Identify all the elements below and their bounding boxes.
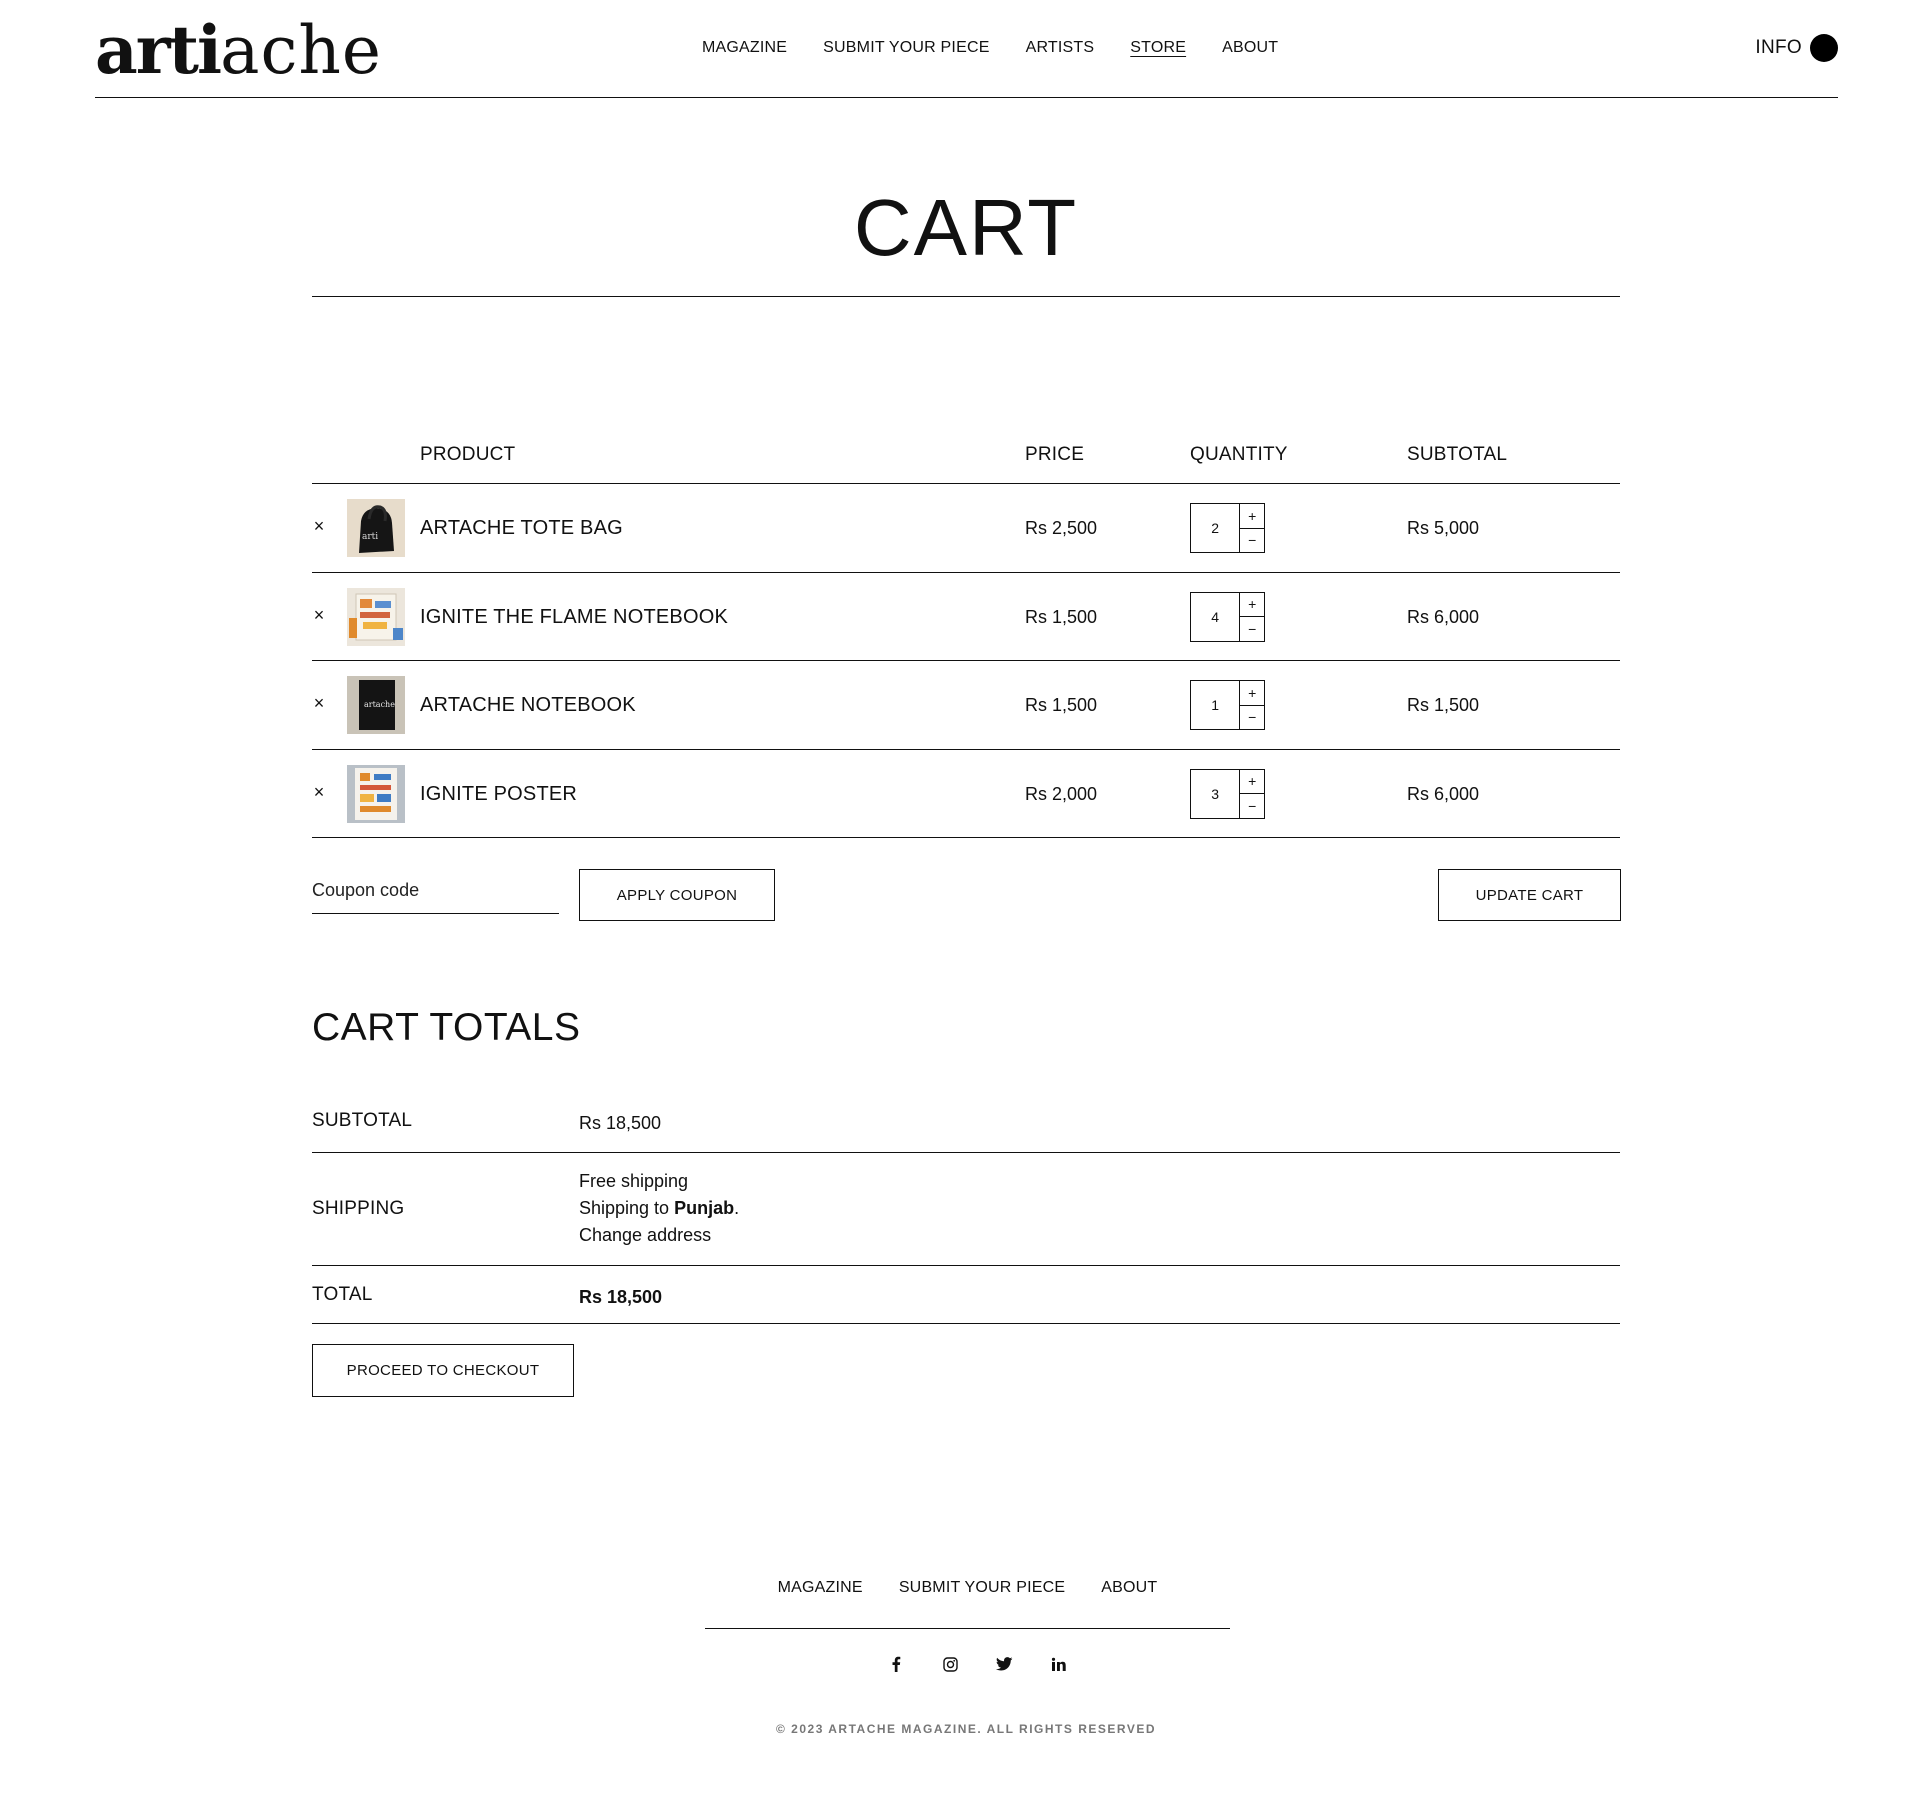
plus-icon[interactable]: + — [1240, 681, 1264, 706]
line-subtotal: Rs 1,500 — [1407, 695, 1480, 715]
svg-text:artache: artache — [364, 700, 395, 709]
quantity-buttons: + − — [1239, 681, 1264, 729]
cart-row: × IGNITE THE FLAME NOTEBOOK Rs 1,500 4 +… — [312, 573, 1620, 661]
remove-item-icon[interactable]: × — [312, 693, 326, 714]
quantity-stepper[interactable]: 3 + − — [1190, 768, 1265, 819]
social-links — [869, 1652, 1085, 1676]
quantity-buttons: + − — [1239, 769, 1264, 818]
shipping-destination: Shipping to Punjab. — [579, 1195, 739, 1222]
info-dot-icon — [1810, 34, 1838, 62]
main-nav: MAGAZINE SUBMIT YOUR PIECE ARTISTS STORE… — [702, 38, 1314, 58]
nav-about[interactable]: ABOUT — [1222, 38, 1278, 58]
totals-row-subtotal: SUBTOTAL Rs 18,500 — [312, 1093, 1620, 1153]
instagram-icon[interactable] — [923, 1652, 977, 1676]
totals-row-shipping: SHIPPING Free shipping Shipping to Punja… — [312, 1153, 1620, 1266]
nav-store[interactable]: STORE — [1130, 38, 1186, 58]
column-header-price: PRICE — [1025, 444, 1085, 465]
cart-row: × artache ARTACHE NOTEBOOK Rs 1,500 1 + … — [312, 661, 1620, 750]
quantity-stepper[interactable]: 1 + − — [1190, 680, 1265, 730]
product-thumbnail[interactable]: artache — [347, 676, 405, 734]
svg-text:arti: arti — [362, 532, 378, 542]
title-divider — [312, 296, 1620, 297]
subtotal-value: Rs 18,500 — [579, 1113, 662, 1133]
shipping-region: Punjab — [674, 1198, 735, 1218]
page-title: CART — [853, 183, 1079, 272]
product-thumbnail[interactable] — [347, 764, 405, 823]
product-thumbnail[interactable] — [347, 587, 405, 646]
product-price: Rs 1,500 — [1025, 695, 1098, 715]
quantity-buttons: + − — [1239, 504, 1264, 552]
cart-table-header: PRODUCT PRICE QUANTITY SUBTOTAL — [312, 440, 1620, 484]
cart-row: × arti ARTACHE TOTE BAG Rs 2,500 2 + − R… — [312, 484, 1620, 573]
minus-icon[interactable]: − — [1240, 706, 1264, 730]
shipping-prefix: Shipping to — [579, 1198, 675, 1218]
cart-totals-table: SUBTOTAL Rs 18,500 SHIPPING Free shippin… — [312, 1093, 1620, 1324]
shipping-method: Free shipping — [579, 1171, 689, 1191]
total-label: TOTAL — [312, 1284, 373, 1305]
totals-row-total: TOTAL Rs 18,500 — [312, 1266, 1620, 1324]
quantity-value[interactable]: 1 — [1191, 681, 1239, 729]
product-price: Rs 2,500 — [1025, 518, 1098, 538]
quantity-stepper[interactable]: 2 + − — [1190, 503, 1265, 553]
nav-artists[interactable]: ARTISTS — [1026, 38, 1095, 58]
remove-item-icon[interactable]: × — [312, 782, 326, 803]
copyright-text: © 2023 ARTACHE MAGAZINE. ALL RIGHTS RESE… — [776, 1722, 1156, 1736]
apply-coupon-button[interactable]: APPLY COUPON — [579, 869, 775, 921]
logo-text-bold: arti — [95, 11, 222, 89]
proceed-to-checkout-button[interactable]: PROCEED TO CHECKOUT — [312, 1344, 574, 1397]
line-subtotal: Rs 6,000 — [1407, 606, 1480, 627]
logo-text-thin: ache — [220, 12, 382, 89]
twitter-icon[interactable] — [977, 1652, 1031, 1676]
cart-table: PRODUCT PRICE QUANTITY SUBTOTAL × arti A… — [312, 440, 1620, 838]
site-logo[interactable]: artiache — [95, 10, 382, 91]
info-label: INFO — [1755, 37, 1802, 58]
remove-item-icon[interactable]: × — [312, 605, 326, 626]
product-price: Rs 2,000 — [1025, 783, 1098, 804]
product-thumbnail[interactable]: arti — [347, 499, 405, 557]
shipping-suffix: . — [734, 1198, 740, 1218]
column-header-subtotal: SUBTOTAL — [1407, 444, 1508, 465]
product-name[interactable]: ARTACHE NOTEBOOK — [420, 694, 636, 717]
shipping-details: Free shipping Shipping to Punjab. Change… — [579, 1168, 739, 1249]
info-toggle[interactable]: INFO — [1755, 34, 1838, 62]
quantity-value[interactable]: 3 — [1191, 770, 1239, 818]
facebook-icon[interactable] — [869, 1652, 923, 1676]
quantity-stepper[interactable]: 4 + − — [1190, 591, 1265, 642]
site-header: artiache MAGAZINE SUBMIT YOUR PIECE ARTI… — [95, 0, 1838, 98]
minus-icon[interactable]: − — [1240, 794, 1264, 818]
plus-icon[interactable]: + — [1240, 770, 1264, 794]
footer-nav-about[interactable]: ABOUT — [1101, 1576, 1157, 1628]
product-name[interactable]: ARTACHE TOTE BAG — [420, 517, 623, 540]
change-address-link[interactable]: Change address — [579, 1222, 739, 1249]
plus-icon[interactable]: + — [1240, 504, 1264, 529]
minus-icon[interactable]: − — [1240, 617, 1264, 641]
update-cart-button[interactable]: UPDATE CART — [1438, 869, 1621, 921]
footer-nav-magazine[interactable]: MAGAZINE — [778, 1576, 863, 1628]
plus-icon[interactable]: + — [1240, 593, 1264, 617]
product-price: Rs 1,500 — [1025, 606, 1098, 627]
footer-nav-submit-your-piece[interactable]: SUBMIT YOUR PIECE — [899, 1576, 1065, 1628]
column-header-quantity: QUANTITY — [1190, 444, 1288, 465]
column-header-product: PRODUCT — [420, 444, 516, 465]
remove-item-icon[interactable]: × — [312, 516, 326, 537]
total-value: Rs 18,500 — [579, 1287, 663, 1307]
total-value-wrap: Rs 18,500 — [579, 1284, 662, 1311]
shipping-label: SHIPPING — [312, 1198, 405, 1219]
quantity-buttons: + − — [1239, 592, 1264, 641]
cart-totals-title: CART TOTALS — [312, 1006, 581, 1049]
coupon-code-input[interactable] — [312, 868, 559, 914]
linkedin-icon[interactable] — [1031, 1652, 1085, 1676]
line-subtotal: Rs 5,000 — [1407, 518, 1480, 538]
nav-magazine[interactable]: MAGAZINE — [702, 38, 787, 58]
product-name[interactable]: IGNITE POSTER — [420, 783, 577, 806]
quantity-value[interactable]: 4 — [1191, 593, 1239, 641]
cart-row: × IGNITE POSTER Rs 2,000 3 + − Rs 6,000 — [312, 750, 1620, 838]
nav-submit-your-piece[interactable]: SUBMIT YOUR PIECE — [823, 38, 989, 58]
line-subtotal: Rs 6,000 — [1407, 783, 1480, 804]
product-name[interactable]: IGNITE THE FLAME NOTEBOOK — [420, 606, 728, 629]
quantity-value[interactable]: 2 — [1191, 504, 1239, 552]
footer-nav: MAGAZINE SUBMIT YOUR PIECE ABOUT — [705, 1576, 1230, 1629]
minus-icon[interactable]: − — [1240, 529, 1264, 553]
subtotal-label: SUBTOTAL — [312, 1110, 413, 1131]
